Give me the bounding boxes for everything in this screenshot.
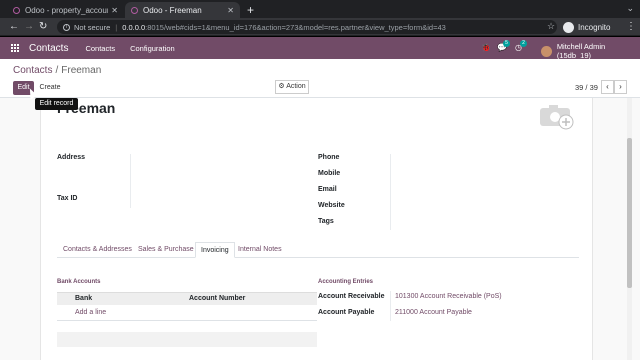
breadcrumb-separator: / — [55, 65, 59, 76]
chat-badge: 5 — [503, 40, 510, 47]
add-line-link[interactable]: Add a line — [75, 309, 106, 316]
bookmark-star-icon[interactable]: ☆ — [547, 21, 555, 32]
reload-icon[interactable]: ↻ — [39, 21, 47, 32]
control-panel: Contacts / Freeman Edit Create ⚙ Action 39… — [0, 59, 640, 98]
form-sheet: Freeman Address Tax ID Phone Mobile Emai… — [40, 98, 593, 360]
browser-tab-freeman[interactable]: Odoo - Freeman ✕ — [125, 2, 240, 18]
pager-next-button[interactable]: › — [614, 80, 627, 94]
chevron-down-icon[interactable]: ⌄ — [626, 3, 634, 14]
user-menu[interactable]: Mitchell Admin (15db_19) — [541, 42, 640, 60]
divider — [390, 291, 391, 321]
apps-grid-icon[interactable] — [11, 43, 20, 53]
avatar — [541, 45, 552, 57]
field-label-address: Address — [57, 154, 86, 161]
column-header-account-number[interactable]: Account Number — [189, 295, 245, 302]
tab-title: Odoo - Freeman — [143, 5, 202, 15]
odoo-favicon-icon — [13, 6, 20, 14]
tab-contacts-addresses[interactable]: Contacts & Addresses — [63, 242, 132, 258]
field-label-mobile: Mobile — [318, 170, 341, 177]
field-label-account-receivable: Account Receivable — [318, 293, 385, 300]
tab-sales-purchase[interactable]: Sales & Purchase — [138, 242, 194, 258]
account-receivable-link[interactable]: 101300 Account Receivable (PoS) — [395, 293, 502, 300]
divider: | — [115, 22, 118, 32]
field-label-account-payable: Account Payable — [318, 309, 375, 316]
breadcrumb-contacts[interactable]: Contacts — [13, 65, 52, 76]
url-text: 0.0.0.0:8015/web#cids=1&menu_id=176&acti… — [122, 22, 446, 32]
field-label-tags: Tags — [318, 218, 334, 225]
field-label-tax-id: Tax ID — [57, 195, 78, 202]
section-title-accounting-entries: Accounting Entries — [318, 279, 374, 285]
divider — [130, 154, 131, 208]
breadcrumb-current: Freeman — [61, 65, 102, 76]
camera-add-icon — [540, 105, 574, 130]
field-label-email: Email — [318, 186, 337, 193]
address-bar[interactable]: i Not secure | 0.0.0.0:8015/web#cids=1&m… — [57, 20, 557, 34]
scrollbar[interactable] — [627, 98, 632, 360]
field-label-phone: Phone — [318, 154, 340, 161]
plus-icon[interactable]: + — [247, 3, 254, 17]
incognito-indicator[interactable]: Incognito — [563, 20, 610, 34]
back-arrow-icon[interactable]: ← — [9, 21, 19, 32]
screen: Odoo - property_account ✕ Odoo - Freeman… — [0, 0, 640, 360]
form-view: Freeman Address Tax ID Phone Mobile Emai… — [0, 98, 640, 360]
tab-title: Odoo - property_account — [25, 5, 109, 15]
more-options-icon[interactable]: ⋮ — [626, 21, 636, 32]
create-button[interactable]: Create — [37, 81, 63, 95]
close-icon[interactable]: ✕ — [111, 6, 118, 15]
field-label-website: Website — [318, 202, 345, 209]
close-icon[interactable]: ✕ — [227, 6, 234, 15]
bug-icon[interactable]: 🐞 — [481, 43, 491, 52]
odoo-favicon-icon — [131, 6, 138, 14]
pager-value[interactable]: 39 / 39 — [575, 83, 598, 92]
browser-tab-property-account[interactable]: Odoo - property_account ✕ — [7, 2, 124, 18]
incognito-icon — [563, 21, 574, 33]
divider — [390, 154, 391, 230]
info-icon[interactable]: i — [63, 23, 70, 31]
odoo-navbar: Contacts Contacts Configuration 🐞 💬 5 ◷ … — [0, 37, 640, 60]
menu-contacts[interactable]: Contacts — [85, 44, 115, 53]
column-header-bank[interactable]: Bank — [75, 295, 92, 302]
browser-tabstrip: Odoo - property_account ✕ Odoo - Freeman… — [0, 0, 640, 18]
notebook-tabs: Contacts & Addresses Sales & Purchase In… — [57, 242, 579, 258]
activity-badge: 2 — [520, 40, 527, 47]
action-label: Action — [286, 83, 306, 90]
image-placeholder[interactable] — [539, 102, 575, 130]
app-name[interactable]: Contacts — [29, 43, 68, 54]
divider — [57, 320, 317, 321]
incognito-label: Incognito — [578, 22, 611, 32]
tab-invoicing[interactable]: Invoicing — [195, 242, 235, 258]
browser-toolbar: ← → ↻ i Not secure | 0.0.0.0:8015/web#ci… — [0, 18, 640, 36]
bank-table-header: Bank Account Number — [57, 292, 317, 305]
breadcrumb: Contacts / Freeman — [13, 65, 101, 76]
security-label: Not secure — [74, 22, 111, 32]
section-title-bank-accounts: Bank Accounts — [57, 279, 101, 285]
scrollbar-thumb[interactable] — [627, 138, 632, 288]
chevron-left-icon: ‹ — [606, 82, 609, 91]
action-button[interactable]: ⚙ Action — [275, 80, 309, 94]
user-name: Mitchell Admin (15db_19) — [556, 42, 606, 60]
table-footer — [57, 332, 317, 347]
tab-internal-notes[interactable]: Internal Notes — [238, 242, 282, 258]
edit-tooltip: Edit record — [35, 98, 78, 110]
gear-icon: ⚙ — [278, 83, 285, 90]
menu-configuration[interactable]: Configuration — [130, 44, 175, 53]
forward-arrow-icon[interactable]: → — [24, 21, 34, 32]
chevron-right-icon: › — [619, 82, 622, 91]
pager-previous-button[interactable]: ‹ — [601, 80, 614, 94]
account-payable-link[interactable]: 211000 Account Payable — [395, 309, 472, 316]
